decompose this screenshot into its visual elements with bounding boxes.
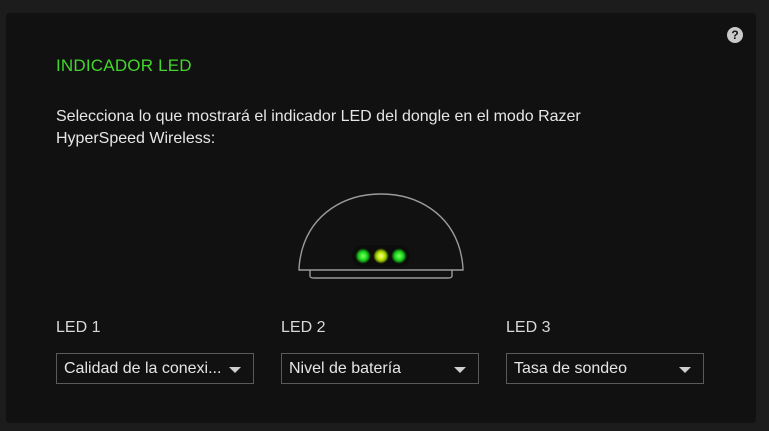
section-description: Selecciona lo que mostrará el indicador … — [56, 108, 581, 147]
led-1-light — [355, 248, 371, 264]
led-2-light — [373, 248, 389, 264]
section-title: INDICADOR LED — [56, 56, 192, 75]
led-2-label: LED 2 — [281, 319, 326, 336]
dongle-base-plate — [309, 270, 453, 279]
help-icon[interactable]: ? — [727, 27, 743, 43]
led-1-selected-value: Calidad de la conexi... — [64, 360, 222, 377]
chevron-down-icon — [229, 367, 241, 373]
led-3-light — [391, 248, 407, 264]
dongle-illustration — [298, 193, 464, 279]
chevron-down-icon — [454, 367, 466, 373]
led-1-dropdown[interactable]: Calidad de la conexi... — [56, 353, 254, 384]
led-3-selected-value: Tasa de sondeo — [514, 360, 627, 377]
led-1-label: LED 1 — [56, 319, 101, 336]
led-3-dropdown[interactable]: Tasa de sondeo — [506, 353, 704, 384]
led-3-label: LED 3 — [506, 319, 551, 336]
led-2-selected-value: Nivel de batería — [289, 360, 402, 377]
led-2-dropdown[interactable]: Nivel de batería — [281, 353, 479, 384]
chevron-down-icon — [679, 367, 691, 373]
